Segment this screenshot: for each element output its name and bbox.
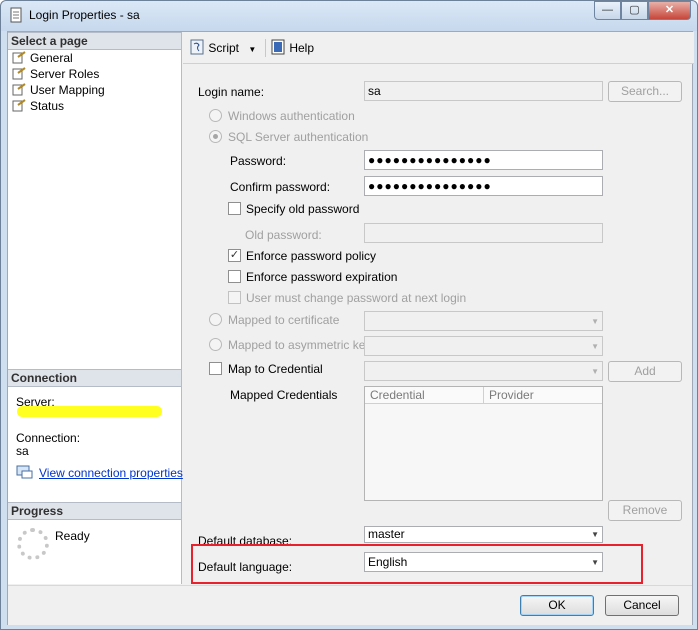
password-field[interactable]: ●●●●●●●●●●●●●●●: [364, 150, 603, 170]
chevron-down-icon: ▼: [591, 317, 599, 326]
script-button[interactable]: Script ▼: [189, 39, 256, 57]
add-button[interactable]: Add: [608, 361, 682, 382]
page-wrench-icon: [12, 99, 26, 112]
grid-header-provider[interactable]: Provider: [484, 387, 602, 404]
windows-auth-radio[interactable]: [209, 109, 222, 122]
specify-old-password-checkbox[interactable]: [228, 202, 241, 215]
script-dropdown-icon[interactable]: ▼: [248, 45, 256, 54]
enforce-expiration-checkbox[interactable]: [228, 270, 241, 283]
page-item-user-mapping[interactable]: User Mapping: [12, 82, 105, 98]
map-credential-label: Map to Credential: [228, 362, 323, 376]
ok-button[interactable]: OK: [520, 595, 594, 616]
login-name-field[interactable]: sa: [364, 81, 603, 101]
connection-properties-icon: [16, 465, 33, 479]
left-pane: Select a page General Server Roles User …: [8, 32, 183, 584]
page-wrench-icon: [12, 83, 26, 96]
grid-header-credential[interactable]: Credential: [365, 387, 484, 404]
page-wrench-icon: [12, 67, 26, 80]
page-item-server-roles[interactable]: Server Roles: [12, 66, 99, 82]
title-bar[interactable]: Login Properties - sa — ▢ ✕: [1, 1, 697, 31]
dialog-footer: OK Cancel: [8, 585, 692, 625]
login-name-label: Login name:: [198, 85, 265, 99]
minimize-button[interactable]: —: [594, 1, 621, 20]
minimize-icon: —: [602, 4, 613, 16]
help-button[interactable]: Help: [265, 39, 314, 57]
login-properties-window: Login Properties - sa — ▢ ✕ Select a pag…: [0, 0, 698, 630]
progress-header: Progress: [8, 502, 181, 520]
page-item-general[interactable]: General: [12, 50, 73, 66]
sql-auth-radio[interactable]: [209, 130, 222, 143]
progress-status: Ready: [55, 529, 90, 543]
view-connection-properties-link[interactable]: View connection properties: [39, 466, 183, 480]
help-icon: [271, 39, 285, 55]
page-item-label: Server Roles: [30, 67, 100, 81]
mapped-credentials-grid[interactable]: Credential Provider: [364, 386, 603, 501]
password-label: Password:: [230, 154, 287, 168]
old-password-label: Old password:: [245, 228, 322, 242]
mapped-asym-combo[interactable]: ▼: [364, 336, 603, 356]
maximize-icon: ▢: [629, 4, 640, 16]
mapped-asym-radio[interactable]: [209, 338, 222, 351]
maximize-button[interactable]: ▢: [621, 1, 648, 20]
enforce-policy-checkbox[interactable]: ✓: [228, 249, 241, 262]
windows-auth-label: Windows authentication: [228, 109, 355, 123]
window-title: Login Properties - sa: [29, 8, 140, 22]
chevron-down-icon: ▼: [591, 530, 599, 539]
password-value: ●●●●●●●●●●●●●●●: [368, 153, 492, 167]
progress-spinner-icon: [17, 528, 49, 560]
enforce-policy-label: Enforce password policy: [246, 249, 377, 263]
remove-button[interactable]: Remove: [608, 500, 682, 521]
mapped-cert-radio[interactable]: [209, 313, 222, 326]
dialog-client-area: Select a page General Server Roles User …: [7, 31, 694, 625]
page-wrench-icon: [12, 51, 26, 64]
redaction-mark: [17, 406, 162, 417]
confirm-password-label: Confirm password:: [230, 180, 331, 194]
close-icon: ✕: [664, 4, 675, 16]
highlight-annotation-box: [191, 544, 643, 584]
mapped-asym-label: Mapped to asymmetric key: [228, 338, 372, 352]
chevron-down-icon: ▼: [591, 367, 599, 376]
specify-old-password-label: Specify old password: [246, 202, 360, 216]
must-change-checkbox[interactable]: [228, 291, 241, 304]
page-item-label: General: [30, 51, 73, 65]
connection-value: sa: [16, 444, 29, 458]
default-database-value: master: [368, 527, 405, 541]
mapped-cert-label: Mapped to certificate: [228, 313, 340, 327]
cancel-button[interactable]: Cancel: [605, 595, 679, 616]
script-icon: [190, 39, 204, 55]
chevron-down-icon: ▼: [591, 342, 599, 351]
search-button[interactable]: Search...: [608, 81, 682, 102]
map-credential-checkbox[interactable]: [209, 362, 222, 375]
credential-combo[interactable]: ▼: [364, 361, 603, 381]
must-change-label: User must change password at next login: [246, 291, 467, 305]
confirm-password-value: ●●●●●●●●●●●●●●●: [368, 179, 492, 193]
sql-auth-label: SQL Server authentication: [228, 130, 369, 144]
confirm-password-field[interactable]: ●●●●●●●●●●●●●●●: [364, 176, 603, 196]
document-icon: [10, 7, 22, 23]
mapped-cert-combo[interactable]: ▼: [364, 311, 603, 331]
select-page-header: Select a page: [8, 32, 181, 50]
close-button[interactable]: ✕: [648, 1, 691, 20]
help-label: Help: [289, 41, 315, 55]
default-database-combo[interactable]: master ▼: [364, 526, 603, 543]
script-label: Script: [208, 41, 240, 55]
connection-label: Connection:: [16, 431, 81, 445]
page-item-label: Status: [30, 99, 65, 113]
page-item-status[interactable]: Status: [12, 98, 64, 114]
connection-header: Connection: [8, 369, 181, 387]
enforce-expiration-label: Enforce password expiration: [246, 270, 398, 284]
mapped-credentials-label: Mapped Credentials: [230, 388, 338, 402]
old-password-field[interactable]: [364, 223, 603, 243]
page-item-label: User Mapping: [30, 83, 105, 97]
toolbar: Script ▼ Help: [183, 32, 694, 64]
